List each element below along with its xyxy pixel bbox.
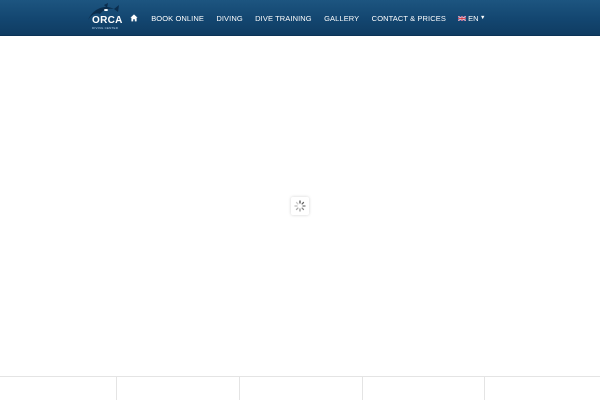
site-header: ORCA DIVING CENTER BOOK ONLINE DIVING DI… bbox=[0, 0, 600, 36]
footer-column bbox=[117, 377, 240, 400]
nav-dive-training[interactable]: DIVE TRAINING bbox=[255, 14, 312, 23]
footer-columns bbox=[0, 376, 600, 400]
language-switcher[interactable]: EN ▼ bbox=[458, 14, 485, 23]
language-label: EN bbox=[468, 13, 479, 23]
nav-contact-prices[interactable]: CONTACT & PRICES bbox=[372, 14, 446, 23]
home-icon[interactable] bbox=[130, 13, 139, 22]
nav-gallery[interactable]: GALLERY bbox=[324, 14, 359, 23]
footer-column bbox=[240, 377, 363, 400]
logo-tagline: DIVING CENTER bbox=[92, 26, 119, 30]
footer-column bbox=[0, 377, 117, 400]
spinner-icon bbox=[294, 200, 306, 212]
footer-column bbox=[485, 377, 600, 400]
logo-brand-text: ORCA bbox=[92, 15, 123, 26]
uk-flag-icon bbox=[458, 15, 467, 21]
nav-diving[interactable]: DIVING bbox=[216, 14, 242, 23]
house-glyph bbox=[130, 13, 138, 21]
caret-down-icon: ▼ bbox=[480, 15, 486, 21]
main-nav: BOOK ONLINE DIVING DIVE TRAINING GALLERY… bbox=[130, 0, 485, 36]
orca-logo[interactable]: ORCA DIVING CENTER bbox=[84, 3, 124, 32]
footer-column bbox=[363, 377, 485, 400]
nav-book-online[interactable]: BOOK ONLINE bbox=[151, 14, 204, 23]
loading-spinner bbox=[291, 197, 309, 215]
